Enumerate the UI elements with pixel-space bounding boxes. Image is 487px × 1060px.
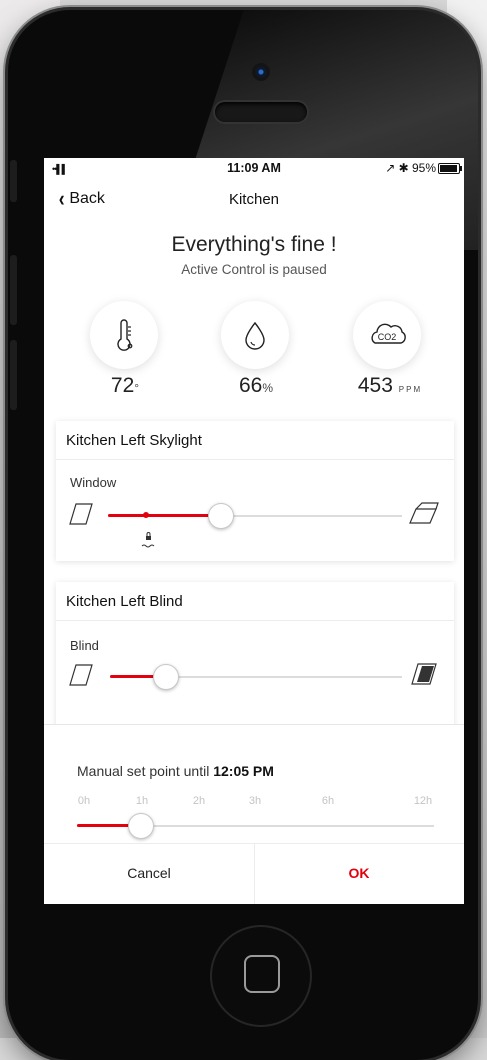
temperature-sensor[interactable] [90,301,158,369]
card-header: Kitchen Left Skylight [56,421,454,460]
humidity-unit: % [262,381,274,395]
window-setpoint-marker [143,512,150,518]
co2-unit: PPM [398,385,423,394]
volume-down-button [10,340,17,410]
navigation-bar: ‹ Back Kitchen [44,188,464,212]
window-slider-thumb[interactable] [207,503,234,529]
status-indicators: ↗ ✱ 95% [385,161,436,175]
status-bar: ••▌▌ 11:09 AM ↗ ✱ 95% [44,158,464,178]
earpiece-speaker [215,102,307,122]
status-subtitle: Active Control is paused [181,262,327,277]
device-card-blind: Kitchen Left Blind Blind [56,582,454,732]
device-card-skylight: Kitchen Left Skylight Window [56,421,454,561]
humidity-drop-icon [245,321,265,350]
manual-setpoint-panel: Manual set point until 12:05 PM 0h 1h 2h… [44,724,464,904]
device-title: Kitchen Left Skylight [66,432,202,449]
humidity-number: 66 [238,374,263,397]
tick-label: 6h [321,795,335,807]
device-type-label: Window [70,475,117,490]
humidity-value: 66% [201,374,311,398]
window-open-icon [409,502,439,524]
home-button[interactable] [212,927,310,1025]
tick-label: 2h [192,795,206,807]
temperature-unit: ° [134,381,140,395]
rain-lock-icon [141,532,155,548]
device-type-label: Blind [70,638,99,653]
tick-label: 12h [413,795,433,807]
battery-icon [438,163,462,174]
app-screen: ••▌▌ 11:09 AM ↗ ✱ 95% ‹ Back Kitchen Eve… [44,158,464,904]
setpoint-time: 12:05 PM [213,763,274,779]
setpoint-title: Manual set point until 12:05 PM [77,763,274,779]
blind-open-icon [69,664,93,686]
status-headline: Everything's fine ! [171,233,337,256]
page-title: Kitchen [228,191,280,208]
volume-up-button [10,255,17,325]
thermometer-icon [117,319,133,351]
temperature-value: 72° [70,374,180,398]
temperature-number: 72 [110,374,135,397]
humidity-sensor[interactable] [221,301,289,369]
device-title: Kitchen Left Blind [66,593,183,610]
tick-label: 0h [77,795,91,807]
tick-label: 1h [135,795,149,807]
co2-sensor[interactable]: CO2 [353,301,421,369]
dialog-buttons: Cancel OK [44,843,464,904]
window-slider-fill [108,514,220,517]
co2-number: 453 [357,374,393,397]
home-square-icon [244,955,280,993]
co2-icon-text: CO2 [378,332,397,342]
mute-switch [10,160,17,202]
cancel-button[interactable]: Cancel [44,844,255,904]
window-closed-icon [69,503,93,525]
tick-label: 3h [248,795,262,807]
co2-value: 453 PPM [335,374,445,398]
card-header: Kitchen Left Blind [56,582,454,621]
ok-button[interactable]: OK [254,844,464,904]
setpoint-prefix: Manual set point until [77,763,214,779]
blind-slider-thumb[interactable] [153,664,180,690]
duration-slider-thumb[interactable] [128,813,154,839]
co2-cloud-icon: CO2 [371,323,406,344]
front-camera [252,63,270,81]
blind-closed-icon [411,663,437,685]
